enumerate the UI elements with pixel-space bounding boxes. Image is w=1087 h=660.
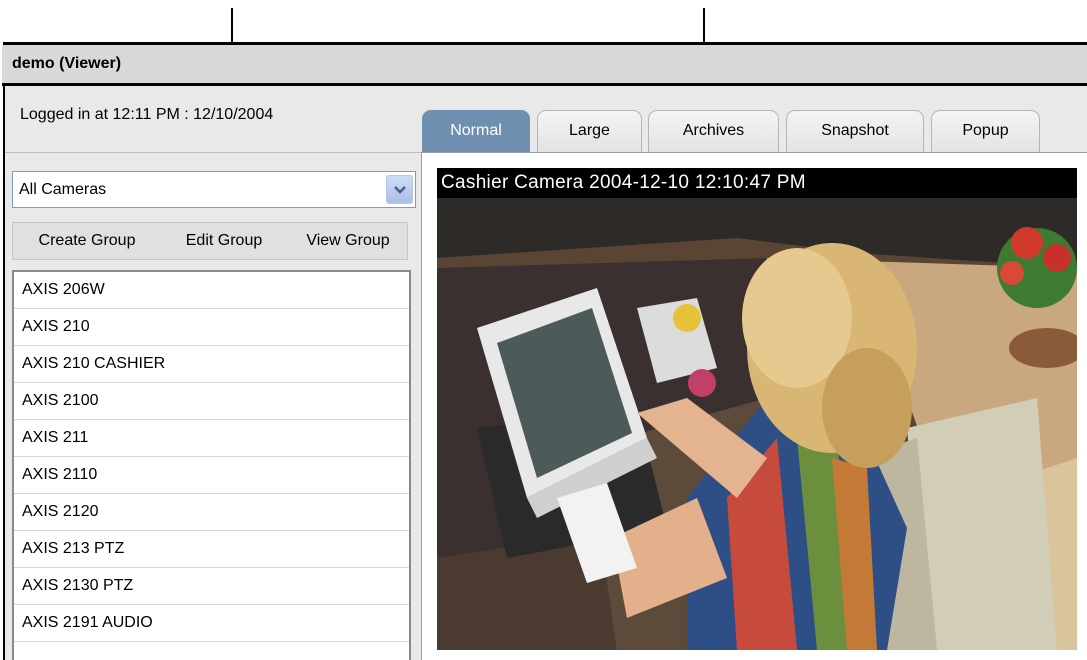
camera-caption: Cashier Camera 2004-12-10 12:10:47 PM xyxy=(437,168,1077,198)
camera-list-item[interactable]: AXIS 2130 PTZ xyxy=(14,568,409,605)
camera-video-feed[interactable]: Cashier Camera 2004-12-10 12:10:47 PM xyxy=(437,168,1077,650)
edit-group-button[interactable]: Edit Group xyxy=(163,223,285,259)
camera-list-item[interactable]: AXIS 210 CASHIER xyxy=(14,346,409,383)
camera-list-item[interactable]: AXIS 2191 AUDIO xyxy=(14,605,409,642)
camera-group-select[interactable]: All Cameras xyxy=(12,171,416,208)
camera-list-item[interactable]: AXIS 2120 xyxy=(14,494,409,531)
group-toolbar: Create Group Edit Group View Group xyxy=(12,222,408,260)
camera-list-item[interactable]: AXIS 210 xyxy=(14,309,409,346)
camera-list: AXIS 206W AXIS 210 AXIS 210 CASHIER AXIS… xyxy=(12,270,411,660)
camera-list-item[interactable]: AXIS 211 xyxy=(14,420,409,457)
tab-large[interactable]: Large xyxy=(537,110,642,152)
camera-image xyxy=(437,198,1077,650)
tab-popup[interactable]: Popup xyxy=(931,110,1040,152)
camera-list-item[interactable]: AXIS 2100 xyxy=(14,383,409,420)
create-group-button[interactable]: Create Group xyxy=(15,223,159,259)
tab-normal[interactable]: Normal xyxy=(422,110,530,152)
camera-group-select-value: All Cameras xyxy=(19,181,107,198)
tab-snapshot[interactable]: Snapshot xyxy=(786,110,924,152)
camera-list-item[interactable]: AXIS 2110 xyxy=(14,457,409,494)
chevron-down-icon[interactable] xyxy=(386,175,413,204)
camera-list-item[interactable]: AXIS 213 PTZ xyxy=(14,531,409,568)
left-divider xyxy=(5,152,421,153)
camera-list-item[interactable]: AXIS 206W xyxy=(14,272,409,309)
login-status: Logged in at 12:11 PM : 12/10/2004 xyxy=(20,106,274,123)
view-group-button[interactable]: View Group xyxy=(289,223,407,259)
tab-archives[interactable]: Archives xyxy=(648,110,779,152)
window-title: demo (Viewer) xyxy=(2,45,1087,86)
